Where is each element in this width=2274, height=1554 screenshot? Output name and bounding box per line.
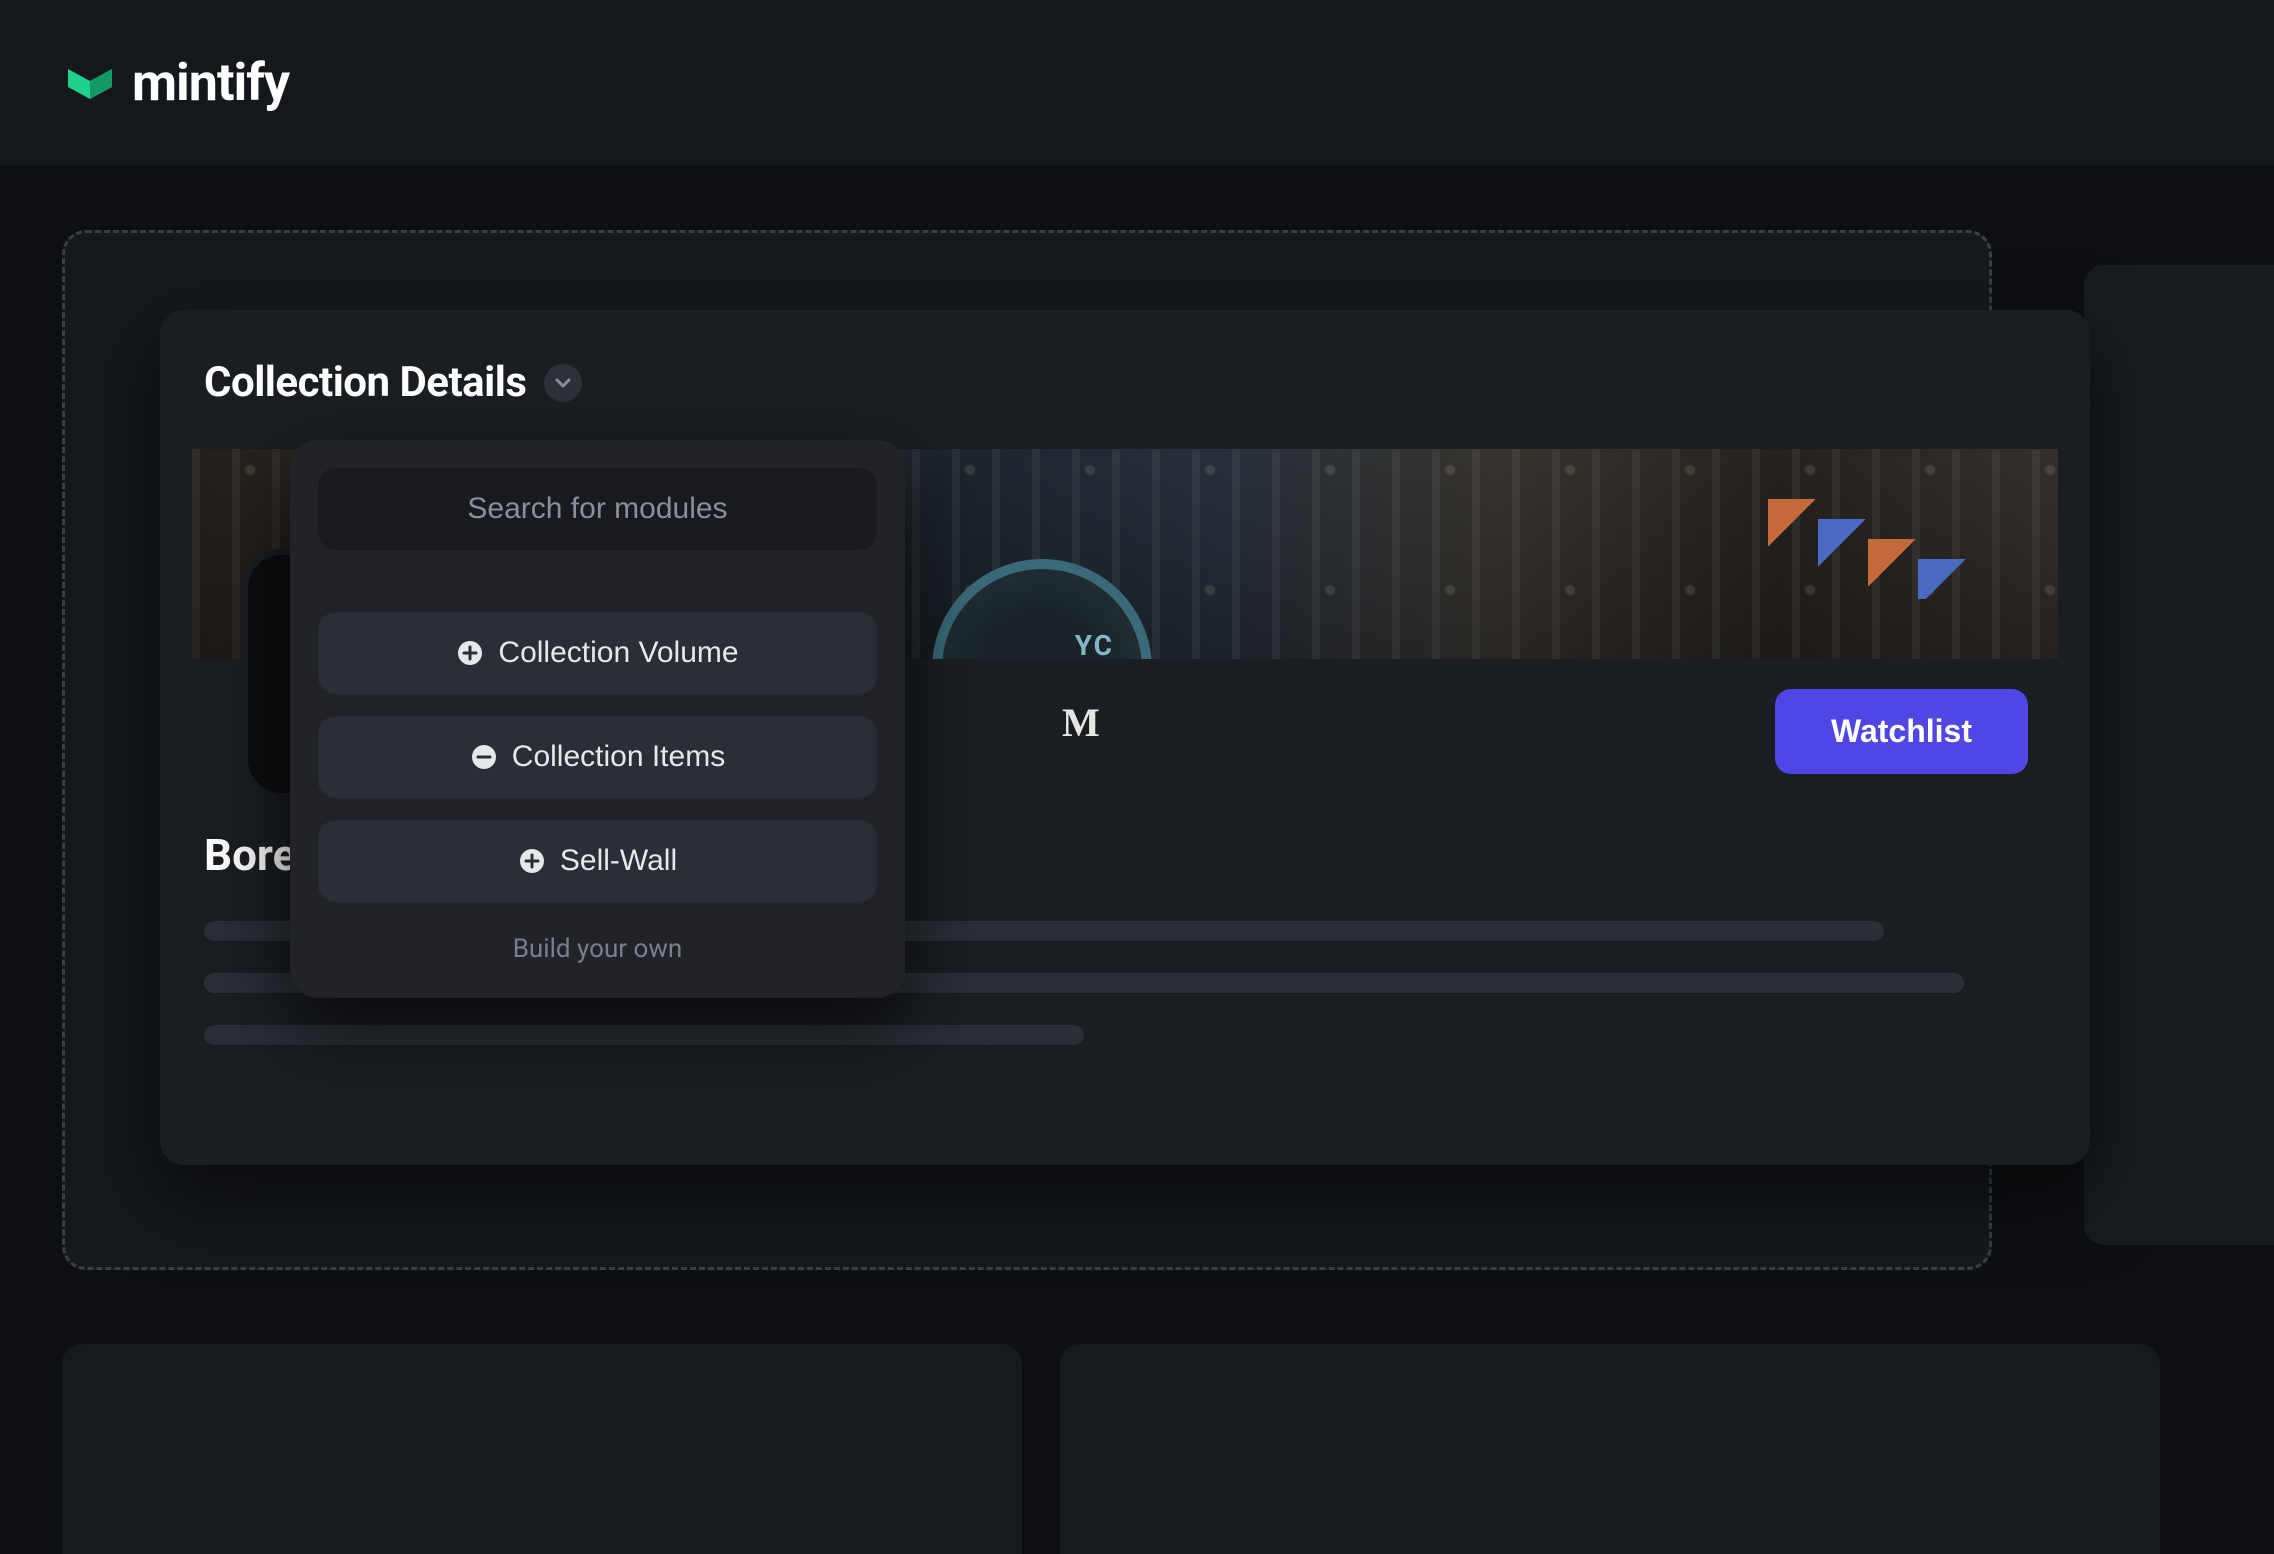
chevron-down-icon xyxy=(553,373,573,393)
module-option-collection-volume[interactable]: Collection Volume xyxy=(318,612,877,694)
module-search-input[interactable] xyxy=(318,468,877,550)
module-option-collection-items[interactable]: Collection Items xyxy=(318,716,877,798)
collapse-toggle[interactable] xyxy=(544,364,582,402)
brand-name: mintify xyxy=(132,52,289,113)
build-your-own-link[interactable]: Build your own xyxy=(318,924,877,970)
module-option-label: Collection Items xyxy=(512,740,725,774)
side-panel-placeholder xyxy=(2084,265,2274,1245)
bottom-panel-left xyxy=(62,1344,1022,1554)
module-picker-popover: Collection Volume Collection Items Sell-… xyxy=(290,440,905,998)
card-header: Collection Details xyxy=(192,358,2058,407)
workspace: Collection Details xyxy=(0,165,2274,1554)
banner-emblem xyxy=(932,559,1152,659)
club-label-fragment: M xyxy=(1062,699,1102,746)
module-option-sell-wall[interactable]: Sell-Wall xyxy=(318,820,877,902)
brand-logo-icon xyxy=(62,55,118,111)
app-header: mintify xyxy=(0,0,2274,165)
banner-flags xyxy=(1768,479,2028,599)
module-option-label: Sell-Wall xyxy=(560,844,677,878)
brand-logo[interactable]: mintify xyxy=(62,52,289,113)
bottom-panel-right xyxy=(1060,1344,2160,1554)
card-title: Collection Details xyxy=(204,358,526,407)
module-option-label: Collection Volume xyxy=(498,636,738,670)
minus-circle-icon xyxy=(470,743,498,771)
watchlist-button[interactable]: Watchlist xyxy=(1775,689,2028,774)
collection-details-card: Collection Details xyxy=(160,310,2090,1165)
plus-circle-icon xyxy=(456,639,484,667)
plus-circle-icon xyxy=(518,847,546,875)
skeleton-line xyxy=(204,1025,1084,1045)
